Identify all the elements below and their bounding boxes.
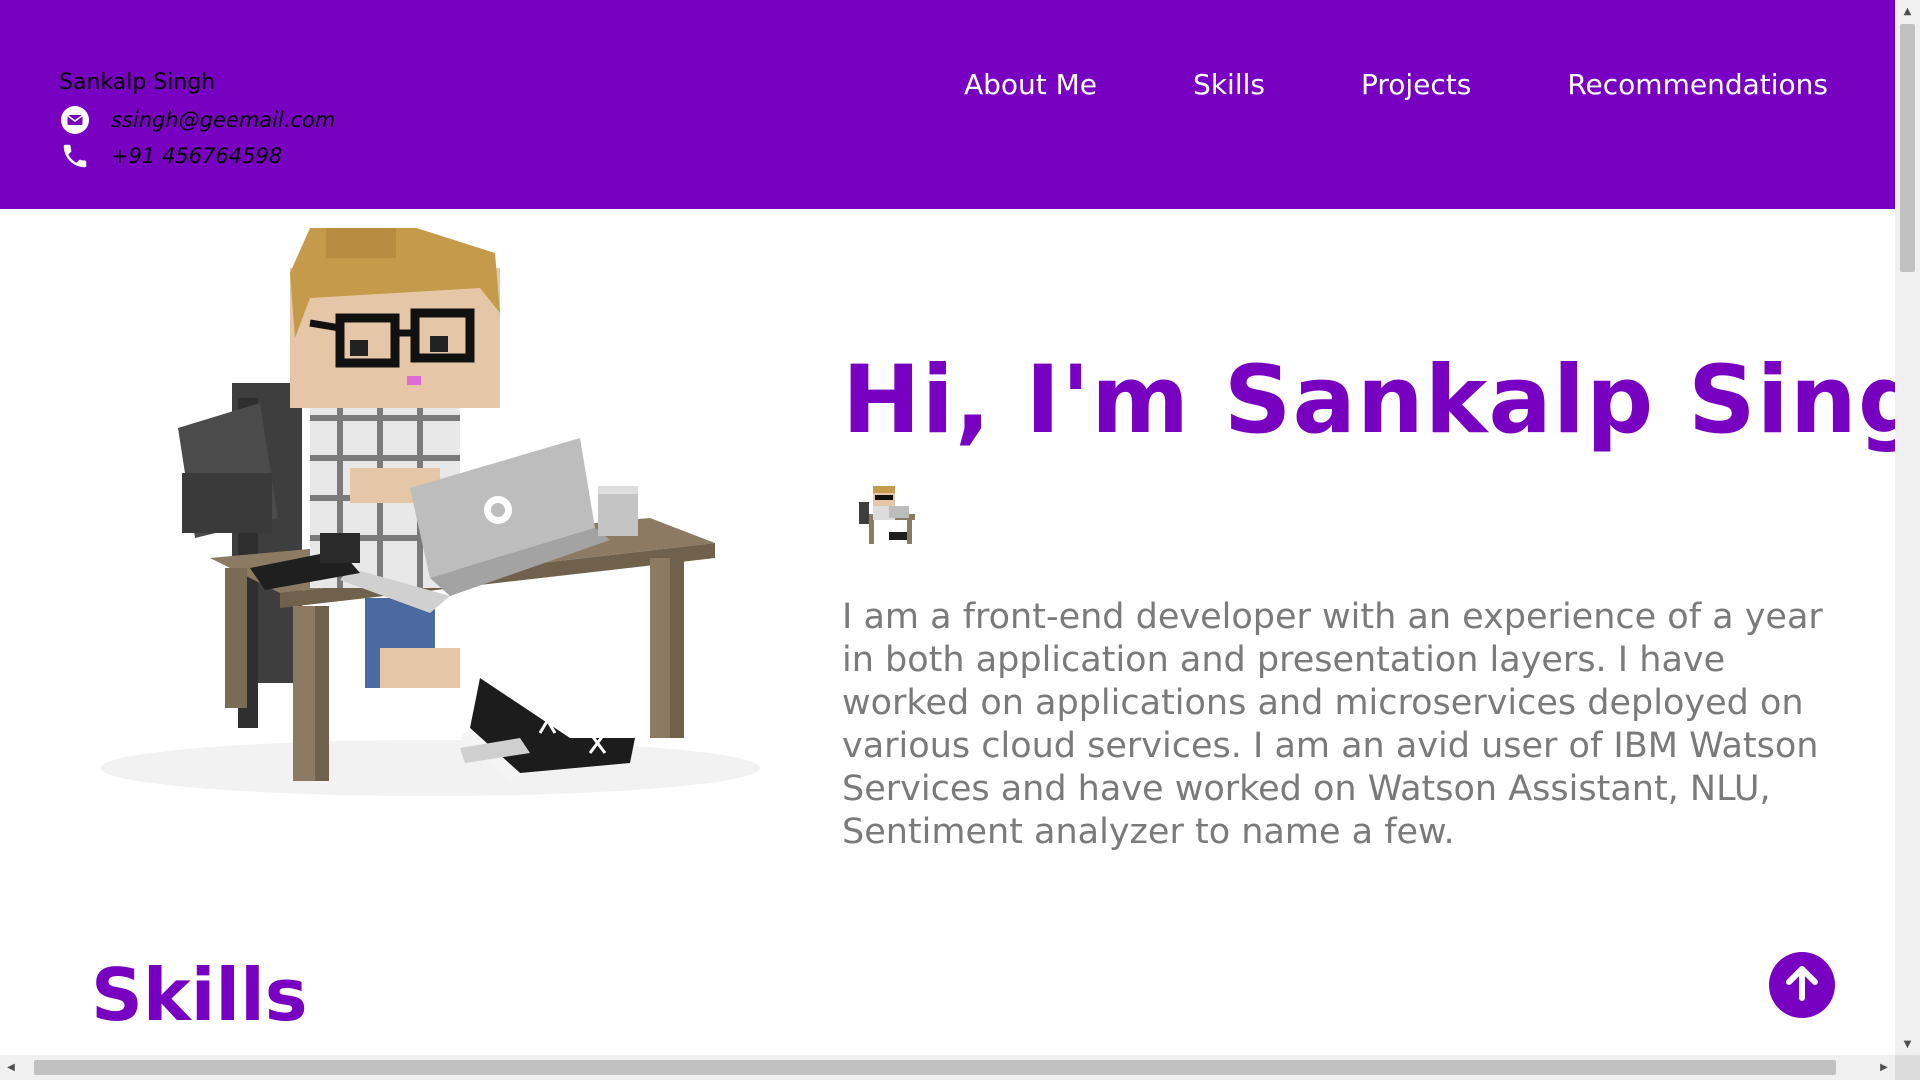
email-row[interactable]: ssingh@geemail.com: [59, 102, 335, 138]
nav-projects[interactable]: Projects: [1361, 68, 1471, 101]
vertical-scroll-thumb[interactable]: [1900, 24, 1915, 272]
scroll-to-top-button[interactable]: [1769, 952, 1835, 1018]
envelope-icon: [59, 104, 91, 136]
horizontal-scroll-thumb[interactable]: [34, 1060, 1836, 1075]
scroll-right-arrow-icon[interactable]: ▶: [1873, 1055, 1895, 1080]
email-link[interactable]: ssingh@geemail.com: [111, 108, 335, 132]
developer-illustration: [10, 226, 830, 808]
scrollbar-corner: [1895, 1055, 1920, 1080]
horizontal-scrollbar[interactable]: ◀ ▶: [0, 1055, 1895, 1080]
nav-skills[interactable]: Skills: [1193, 68, 1265, 101]
phone-row[interactable]: +91 456764598: [59, 138, 335, 174]
contact-block: Sankalp Singh ssingh@geemail.com +91 456…: [59, 70, 335, 174]
main-nav: About Me Skills Projects Recommendations: [964, 68, 1828, 101]
phone-number[interactable]: +91 456764598: [111, 144, 282, 168]
site-header: Sankalp Singh ssingh@geemail.com +91 456…: [0, 0, 1895, 209]
hero-title: Hi, I'm Sankalp Singh!: [842, 346, 1895, 455]
arrow-up-icon: [1781, 962, 1823, 1008]
vertical-scrollbar[interactable]: ▲ ▼: [1895, 0, 1920, 1055]
skills-heading: Skills: [91, 953, 308, 1037]
nav-about-me[interactable]: About Me: [964, 68, 1097, 101]
page-viewport: Sankalp Singh ssingh@geemail.com +91 456…: [0, 0, 1895, 1055]
site-owner-name: Sankalp Singh: [59, 70, 216, 95]
phone-icon: [59, 140, 91, 172]
intro-paragraph: I am a front-end developer with an exper…: [842, 597, 1823, 852]
scroll-down-arrow-icon[interactable]: ▼: [1895, 1033, 1920, 1055]
scroll-up-arrow-icon[interactable]: ▲: [1895, 0, 1920, 22]
nav-recommendations[interactable]: Recommendations: [1567, 68, 1828, 101]
avatar: [855, 484, 921, 550]
scroll-left-arrow-icon[interactable]: ◀: [0, 1055, 22, 1080]
